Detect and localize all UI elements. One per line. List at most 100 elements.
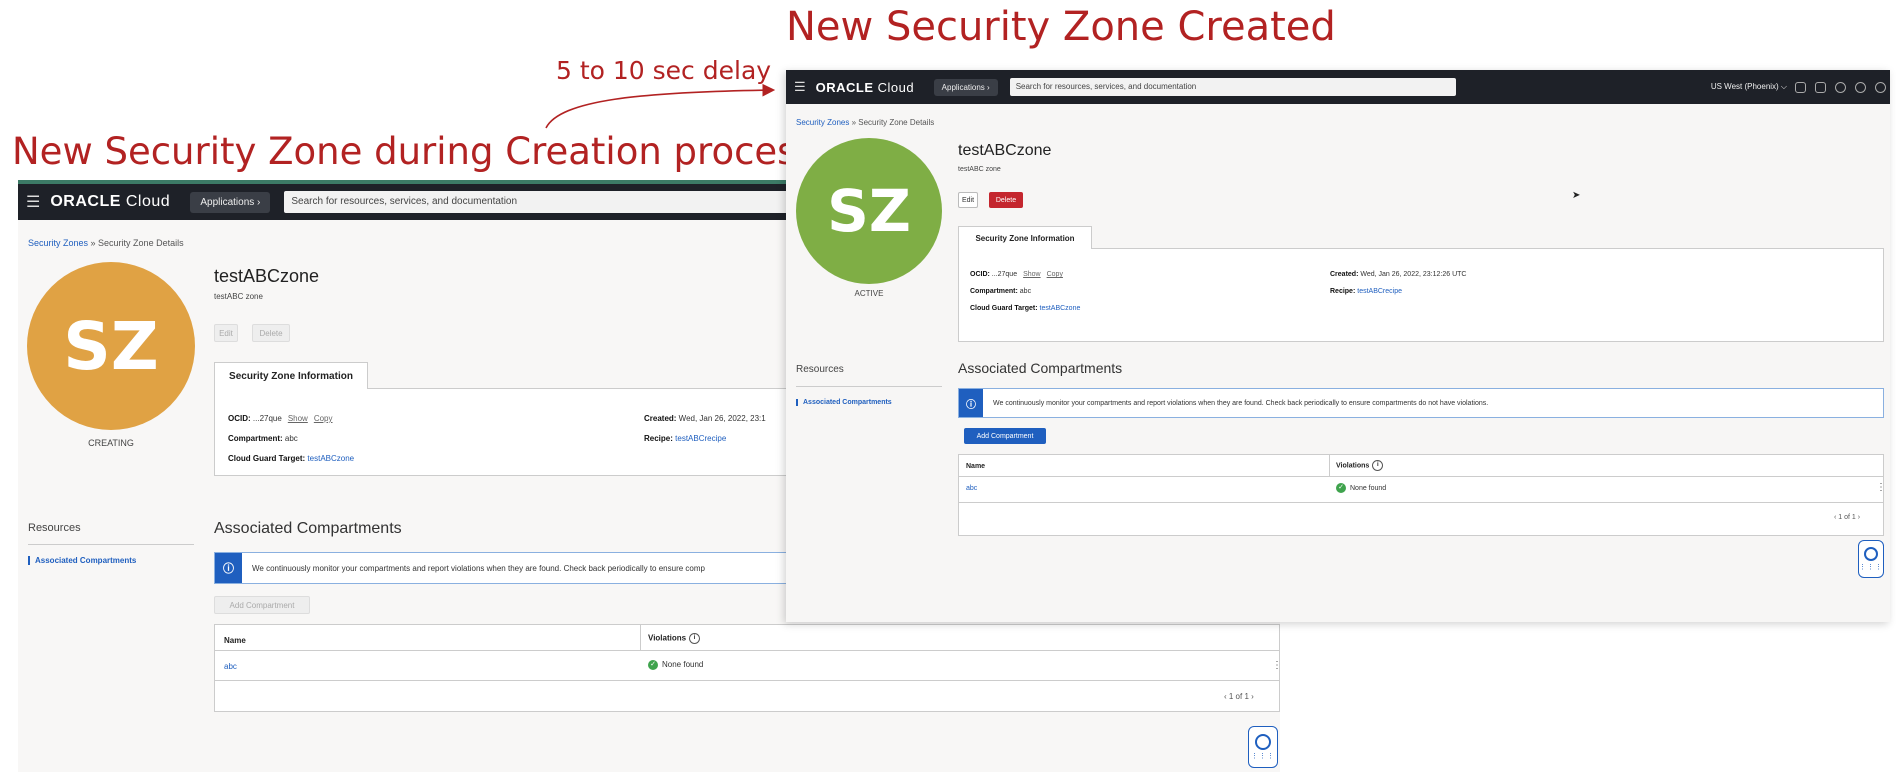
zone-description: testABC zone: [214, 292, 263, 301]
cloud-guard-target-link[interactable]: testABCzone: [1040, 305, 1081, 312]
region-selector[interactable]: US West (Phoenix) ⌵: [1711, 82, 1787, 92]
breadcrumb-security-zones[interactable]: Security Zones: [796, 118, 849, 127]
help-icon[interactable]: [1835, 81, 1846, 93]
page-title: testABCzone: [214, 266, 320, 286]
console-topbar: ☰ ORACLE Cloud Applications › Search for…: [786, 70, 1890, 104]
menu-icon[interactable]: ☰: [26, 192, 40, 212]
check-circle-icon: ✓: [648, 660, 658, 670]
oracle-cloud-logo[interactable]: ORACLE Cloud: [816, 80, 934, 95]
compartments-title: Associated Compartments: [214, 520, 402, 537]
user-icon[interactable]: [1875, 81, 1886, 93]
resources-header: Resources: [796, 364, 844, 375]
column-divider: [640, 624, 641, 650]
pagination[interactable]: ‹ 1 of 1 ›: [1224, 692, 1254, 701]
tab-security-zone-information[interactable]: Security Zone Information: [958, 226, 1092, 249]
sidebar-item-associated-compartments[interactable]: Associated Compartments: [796, 399, 892, 406]
column-header-violations[interactable]: Violations i: [1336, 460, 1384, 471]
resources-header: Resources: [28, 522, 81, 534]
violations-cell: ✓ None found: [648, 660, 703, 670]
delay-caption: 5 to 10 sec delay: [556, 56, 772, 85]
info-icon: ⓘ: [959, 389, 983, 417]
created-field: Created: Wed, Jan 26, 2022, 23:12:26 UTC: [1330, 271, 1467, 278]
table-divider: [214, 680, 1280, 681]
applications-button[interactable]: Applications ›: [933, 78, 998, 96]
breadcrumb: Security Zones » Security Zone Details: [796, 118, 935, 127]
recipe-field: Recipe: testABCrecipe: [1330, 288, 1402, 295]
cloud-guard-target-link[interactable]: testABCzone: [307, 454, 354, 463]
notice-text: We continuously monitor your compartment…: [252, 563, 705, 573]
column-header-name[interactable]: Name: [224, 636, 246, 645]
mouse-cursor-icon: ➤: [1572, 190, 1581, 201]
breadcrumb: Security Zones » Security Zone Details: [28, 238, 184, 248]
delete-button[interactable]: Delete: [252, 324, 290, 342]
info-circle-icon[interactable]: i: [689, 633, 701, 644]
globe-icon[interactable]: [1855, 81, 1866, 93]
column-header-name[interactable]: Name: [966, 463, 985, 470]
ocid-show-link[interactable]: Show: [288, 414, 308, 423]
avatar: SZ: [796, 138, 942, 284]
compartment-field: Compartment: abc: [228, 434, 298, 443]
table-row: abc: [966, 485, 977, 492]
cloud-guard-target-field: Cloud Guard Target: testABCzone: [228, 454, 355, 463]
status-label: ACTIVE: [854, 289, 884, 298]
delay-arrow-path: [545, 83, 776, 129]
compartments-table: [958, 454, 1884, 536]
applications-button[interactable]: Applications ›: [190, 191, 271, 213]
info-panel: [958, 248, 1884, 342]
ocid-copy-link[interactable]: Copy: [314, 414, 333, 423]
ocid-field: OCID: ...27que Show Copy: [228, 414, 333, 423]
created-caption: New Security Zone Created: [786, 4, 1336, 50]
breadcrumb-security-zones[interactable]: Security Zones: [28, 238, 88, 248]
pagination[interactable]: ‹ 1 of 1 ›: [1834, 514, 1860, 521]
search-input[interactable]: Search for resources, services, and docu…: [1009, 78, 1456, 96]
cloud-shell-icon[interactable]: [1795, 81, 1806, 93]
bell-icon[interactable]: [1815, 81, 1826, 93]
ocid-copy-link[interactable]: Copy: [1047, 271, 1063, 278]
add-compartment-button[interactable]: Add Compartment: [214, 596, 310, 614]
row-actions-icon[interactable]: ⋮: [1272, 660, 1280, 671]
compartment-link[interactable]: abc: [966, 485, 977, 492]
page-title: testABCzone: [958, 142, 1052, 159]
column-header-violations[interactable]: Violations i: [648, 633, 701, 644]
grid-dots-icon: ⋮⋮⋮: [1251, 753, 1275, 760]
breadcrumb-current: Security Zone Details: [858, 118, 935, 127]
compartment-field: Compartment: abc: [970, 288, 1032, 295]
lifebuoy-icon: [1255, 734, 1271, 750]
created-screenshot: ☰ ORACLE Cloud Applications › Search for…: [786, 70, 1890, 622]
avatar: SZ: [27, 262, 195, 430]
compartments-title: Associated Compartments: [958, 360, 1123, 376]
violations-cell: ✓ None found: [1336, 483, 1386, 493]
check-circle-icon: ✓: [1336, 483, 1346, 493]
created-field: Created: Wed, Jan 26, 2022, 23:1: [644, 414, 766, 423]
resources-divider: [28, 544, 194, 545]
sidebar-item-associated-compartments[interactable]: Associated Compartments: [28, 556, 136, 565]
resources-divider: [796, 386, 942, 387]
edit-button[interactable]: Edit: [214, 324, 238, 342]
row-actions-icon[interactable]: ⋮: [1876, 482, 1886, 493]
grid-dots-icon: ⋮⋮⋮: [1859, 564, 1883, 571]
notice-text: We continuously monitor your compartment…: [993, 399, 1489, 407]
tab-security-zone-information[interactable]: Security Zone Information: [214, 362, 368, 389]
zone-description: testABC zone: [958, 166, 1001, 173]
ocid-show-link[interactable]: Show: [1023, 271, 1041, 278]
column-divider: [1329, 454, 1330, 476]
menu-icon[interactable]: ☰: [794, 79, 806, 95]
breadcrumb-current: Security Zone Details: [98, 238, 184, 248]
table-divider: [958, 502, 1884, 503]
compartment-link[interactable]: abc: [224, 662, 237, 671]
recipe-link[interactable]: testABCrecipe: [675, 434, 726, 443]
info-circle-icon[interactable]: i: [1372, 460, 1384, 471]
delete-button[interactable]: Delete: [989, 192, 1023, 208]
recipe-field: Recipe: testABCrecipe: [644, 434, 727, 443]
recipe-link[interactable]: testABCrecipe: [1357, 288, 1402, 295]
oracle-cloud-logo[interactable]: ORACLE Cloud: [50, 193, 190, 211]
notice-banner: ⓘ We continuously monitor your compartme…: [958, 388, 1884, 418]
edit-button[interactable]: Edit: [958, 192, 978, 208]
info-icon: ⓘ: [215, 553, 242, 583]
help-widget[interactable]: ⋮⋮⋮: [1248, 726, 1278, 768]
table-row: abc: [224, 662, 237, 671]
help-widget[interactable]: ⋮⋮⋮: [1858, 540, 1884, 578]
add-compartment-button[interactable]: Add Compartment: [964, 428, 1046, 444]
ocid-field: OCID: ...27que Show Copy: [970, 271, 1063, 278]
compartments-table: [214, 624, 1280, 712]
